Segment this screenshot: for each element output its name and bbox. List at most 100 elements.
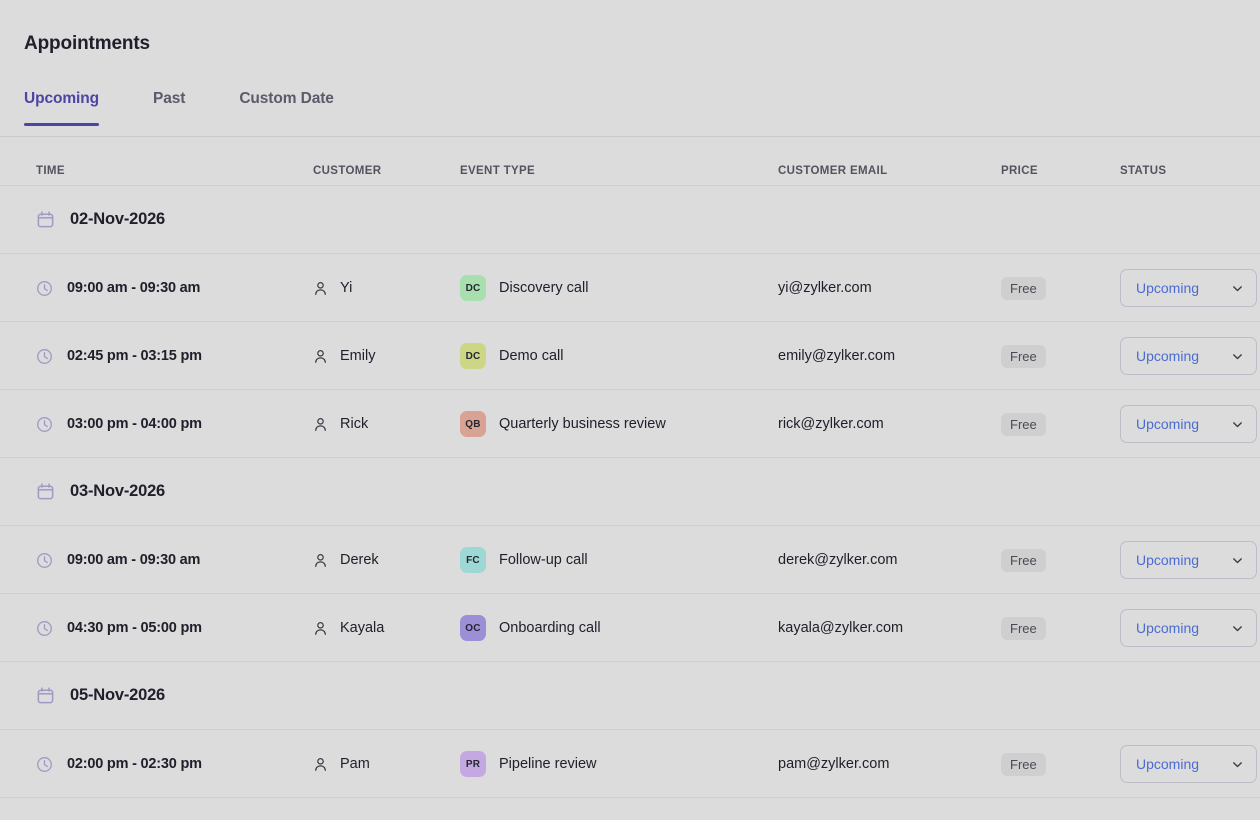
chevron-down-icon: [1231, 418, 1244, 431]
chevron-down-icon: [1231, 554, 1244, 567]
person-icon: [313, 349, 328, 364]
calendar-icon: [36, 686, 55, 705]
table-row[interactable]: 04:30 pm - 05:00 pm Kayala OCOnboarding ca…: [0, 594, 1260, 662]
tab-past[interactable]: Past: [153, 90, 185, 126]
date-group-header: 05-Nov-2026: [0, 662, 1260, 730]
table-row[interactable]: 02:45 pm - 03:15 pm Emily DC Demo call emily…: [0, 322, 1260, 390]
event-type-name: Demo call: [499, 348, 563, 364]
table-header-row: TIME CUSTOMER EVENT TYPE CUSTOMER EMAIL …: [0, 137, 1260, 186]
tab-upcoming[interactable]: Upcoming: [24, 90, 99, 126]
customer-email-cell: pam@zylker.com: [778, 730, 889, 798]
page-title: Appointments: [24, 33, 150, 55]
status-dropdown[interactable]: Upcoming: [1120, 405, 1257, 443]
status-dropdown[interactable]: Upcoming: [1120, 269, 1257, 307]
person-icon: [313, 417, 328, 432]
price-badge: Free: [1001, 277, 1046, 300]
event-type-cell: QBQuarterly business review: [460, 390, 666, 458]
price-cell: Free: [1001, 390, 1046, 458]
tab-list: Upcoming Past Custom Date: [24, 90, 388, 126]
customer-email-cell: kayala@zylker.com: [778, 594, 903, 662]
appointments-page: Appointments Upcoming Past Custom Date TIM…: [0, 0, 1260, 820]
appointment-time: 09:00 am - 09:30 am: [67, 280, 200, 296]
customer-email: rick@zylker.com: [778, 416, 884, 432]
customer-email-cell: yi@zylker.com: [778, 254, 872, 322]
appointment-time: 02:00 pm - 02:30 pm: [67, 756, 202, 772]
chevron-down-icon: [1231, 622, 1244, 635]
event-type-cell: FCFollow-up call: [460, 526, 588, 594]
status-value: Upcoming: [1136, 756, 1199, 772]
time-cell: 04:30 pm - 05:00 pm: [36, 594, 202, 662]
column-header-event-type: EVENT TYPE: [460, 165, 535, 177]
customer-name: Rick: [340, 416, 368, 432]
price-cell: Free: [1001, 254, 1046, 322]
status-value: Upcoming: [1136, 620, 1199, 636]
event-type-cell: DC Demo call: [460, 322, 563, 390]
event-type-badge: OC: [460, 615, 486, 641]
customer-email: pam@zylker.com: [778, 756, 889, 772]
column-header-status: STATUS: [1120, 165, 1166, 177]
customer-name: Kayala: [340, 620, 384, 636]
customer-cell: Emily: [313, 322, 375, 390]
customer-cell: Derek: [313, 526, 379, 594]
appointment-time: 04:30 pm - 05:00 pm: [67, 620, 202, 636]
event-type-badge: PR: [460, 751, 486, 777]
customer-name: Emily: [340, 348, 375, 364]
person-icon: [313, 757, 328, 772]
status-dropdown[interactable]: Upcoming: [1120, 337, 1257, 375]
tab-bar: Upcoming Past Custom Date: [0, 90, 1260, 137]
event-type-cell: OCOnboarding call: [460, 594, 601, 662]
column-header-price: PRICE: [1001, 165, 1038, 177]
event-type-name: Discovery call: [499, 280, 588, 296]
status-dropdown[interactable]: Upcoming: [1120, 609, 1257, 647]
event-type-cell: PRPipeline review: [460, 730, 597, 798]
status-dropdown[interactable]: Upcoming: [1120, 745, 1257, 783]
status-cell: Upcoming: [1120, 730, 1257, 798]
chevron-down-icon: [1231, 758, 1244, 771]
customer-email: kayala@zylker.com: [778, 620, 903, 636]
customer-cell: Kayala: [313, 594, 384, 662]
time-cell: 09:00 am - 09:30 am: [36, 254, 200, 322]
chevron-down-icon: [1231, 282, 1244, 295]
status-dropdown[interactable]: Upcoming: [1120, 541, 1257, 579]
table-row[interactable]: 09:00 am - 09:30 am Derek FCFollow-up call…: [0, 526, 1260, 594]
time-cell: 03:00 pm - 04:00 pm: [36, 390, 202, 458]
person-icon: [313, 553, 328, 568]
clock-icon: [36, 552, 53, 569]
price-cell: Free: [1001, 730, 1046, 798]
clock-icon: [36, 620, 53, 637]
clock-icon: [36, 416, 53, 433]
time-cell: 02:45 pm - 03:15 pm: [36, 322, 202, 390]
chevron-down-icon: [1231, 350, 1244, 363]
column-header-customer-email: CUSTOMER EMAIL: [778, 165, 887, 177]
date-group-label: 05-Nov-2026: [70, 686, 165, 705]
customer-email-cell: emily@zylker.com: [778, 322, 895, 390]
event-type-name: Quarterly business review: [499, 416, 666, 432]
table-body: 02-Nov-2026 09:00 am - 09:30 am Yi DC Discov…: [0, 186, 1260, 798]
price-cell: Free: [1001, 322, 1046, 390]
customer-cell: Pam: [313, 730, 370, 798]
column-header-customer: CUSTOMER: [313, 165, 381, 177]
customer-email: emily@zylker.com: [778, 348, 895, 364]
status-cell: Upcoming: [1120, 254, 1257, 322]
tab-custom-date[interactable]: Custom Date: [239, 90, 334, 126]
column-header-time: TIME: [36, 165, 65, 177]
price-cell: Free: [1001, 594, 1046, 662]
status-value: Upcoming: [1136, 552, 1199, 568]
customer-cell: Yi: [313, 254, 352, 322]
status-value: Upcoming: [1136, 280, 1199, 296]
table-row[interactable]: 09:00 am - 09:30 amYiDCDiscovery callyi@…: [0, 254, 1260, 322]
date-group-header: 02-Nov-2026: [0, 186, 1260, 254]
status-cell: Upcoming: [1120, 594, 1257, 662]
time-cell: 09:00 am - 09:30 am: [36, 526, 200, 594]
date-group-label: 02-Nov-2026: [70, 210, 165, 229]
table-row[interactable]: 02:00 pm - 02:30 pm Pam PRPipeline review p…: [0, 730, 1260, 798]
clock-icon: [36, 348, 53, 365]
table-row[interactable]: 03:00 pm - 04:00 pm Rick QBQuarterly busin…: [0, 390, 1260, 458]
status-cell: Upcoming: [1120, 390, 1257, 458]
event-type-badge: DC: [460, 343, 486, 369]
customer-cell: Rick: [313, 390, 368, 458]
status-cell: Upcoming: [1120, 526, 1257, 594]
status-value: Upcoming: [1136, 348, 1199, 364]
appointment-time: 03:00 pm - 04:00 pm: [67, 416, 202, 432]
clock-icon: [36, 280, 53, 297]
